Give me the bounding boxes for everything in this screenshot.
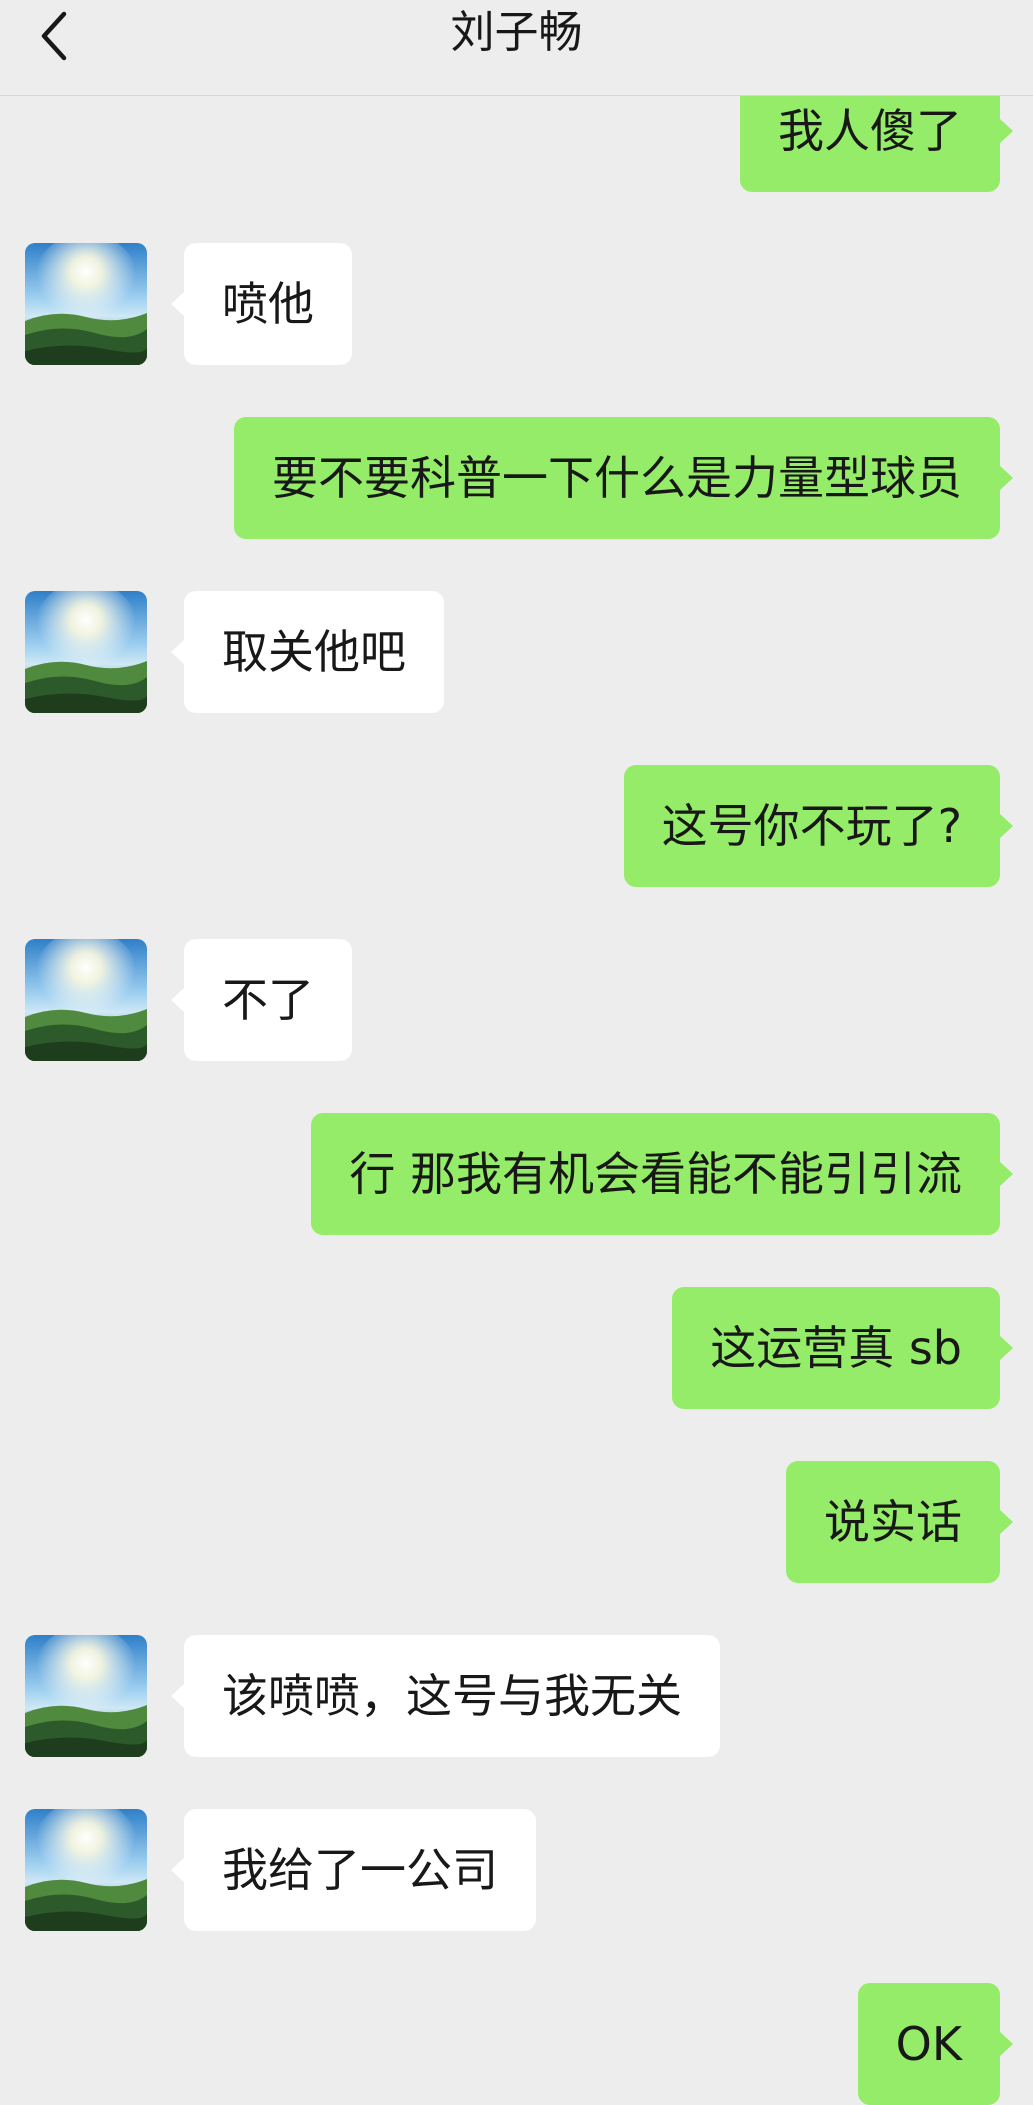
message-text: 我人傻了	[778, 104, 962, 158]
message-text: OK	[895, 2017, 962, 2071]
outgoing-message-bubble[interactable]: 这号你不玩了?	[623, 765, 1014, 887]
contact-avatar[interactable]	[25, 243, 147, 365]
contact-avatar[interactable]	[25, 939, 147, 1061]
navigation-bar: 刘子畅	[0, 0, 1033, 96]
sunrise-landscape-avatar	[25, 939, 147, 1061]
contact-avatar[interactable]	[25, 1809, 147, 1931]
contact-avatar[interactable]	[25, 591, 147, 713]
sunrise-landscape-avatar	[25, 591, 147, 713]
incoming-message-bubble[interactable]: 该喷喷，这号与我无关	[171, 1635, 720, 1757]
message-text: 要不要科普一下什么是力量型球员	[272, 451, 962, 505]
message-text: 我给了一公司	[222, 1843, 498, 1897]
outgoing-message-bubble[interactable]: 要不要科普一下什么是力量型球员	[234, 417, 1013, 539]
message-text: 说实话	[824, 1495, 962, 1549]
incoming-message-bubble[interactable]: 取关他吧	[171, 591, 444, 713]
sunrise-landscape-avatar	[25, 1809, 147, 1931]
message-text: 这号你不玩了?	[661, 799, 962, 853]
message-text: 不了	[222, 973, 314, 1027]
message-text: 行 那我有机会看能不能引引流	[349, 1147, 962, 1201]
outgoing-message-bubble[interactable]: 这运营真 sb	[672, 1287, 1013, 1409]
message-text: 这运营真 sb	[710, 1321, 962, 1375]
outgoing-message-bubble[interactable]: 行 那我有机会看能不能引引流	[311, 1113, 1013, 1235]
outgoing-message-bubble[interactable]: 说实话	[786, 1461, 1013, 1583]
incoming-message-bubble[interactable]: 我给了一公司	[171, 1809, 536, 1931]
sunrise-landscape-avatar	[25, 1635, 147, 1757]
message-text: 取关他吧	[222, 625, 406, 679]
incoming-message-bubble[interactable]: 喷他	[171, 243, 352, 365]
outgoing-message-bubble[interactable]: OK	[857, 1983, 1014, 2105]
chat-title: 刘子畅	[450, 7, 583, 58]
message-text: 喷他	[222, 277, 314, 331]
sunrise-landscape-avatar	[25, 243, 147, 365]
message-text: 该喷喷，这号与我无关	[222, 1669, 682, 1723]
chat-message-list[interactable]: 我人傻了 喷他 要不要科普一下什么是力量型球员 取关他吧 这号你不玩了? 不了 …	[0, 0, 1033, 2105]
contact-avatar[interactable]	[25, 1635, 147, 1757]
incoming-message-bubble[interactable]: 不了	[171, 939, 352, 1061]
